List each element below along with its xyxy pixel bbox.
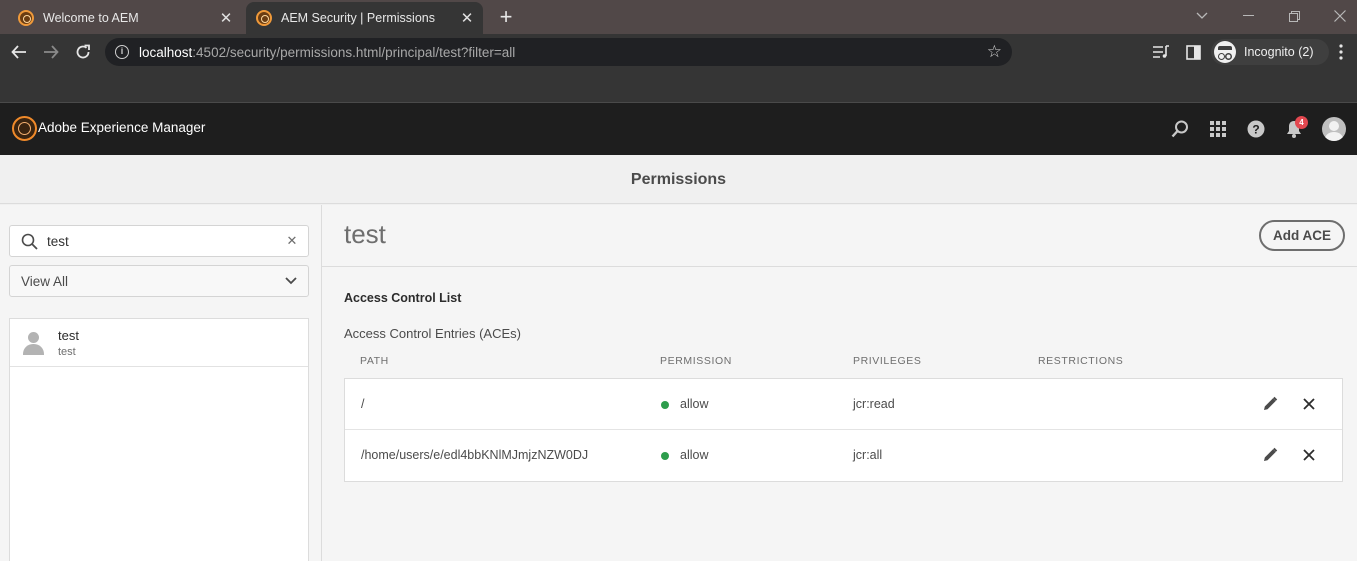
user-avatar[interactable] — [1322, 117, 1346, 141]
principal-id: test — [58, 345, 76, 358]
reload-icon[interactable] — [71, 40, 95, 64]
solutions-grid-icon[interactable] — [1207, 118, 1229, 140]
ace-permission: allow — [680, 448, 709, 462]
browser-tab-strip: Welcome to AEM ✕ AEM Security | Permissi… — [0, 0, 1357, 34]
allow-status-dot — [661, 401, 669, 409]
delete-close-icon[interactable] — [1298, 393, 1320, 415]
svg-text:?: ? — [1252, 123, 1259, 137]
principal-list: test test — [9, 318, 309, 561]
page-title: Permissions — [630, 171, 727, 188]
tab-close-icon[interactable]: ✕ — [216, 8, 236, 28]
delete-close-icon[interactable] — [1298, 444, 1320, 466]
clear-search-icon[interactable]: ✕ — [282, 233, 302, 249]
aem-favicon-icon — [256, 10, 272, 26]
user-icon — [22, 331, 46, 355]
column-header-restrictions: RESTRICTIONS — [1038, 355, 1124, 367]
minimize-window-icon[interactable] — [1228, 4, 1268, 28]
ace-path: / — [361, 397, 365, 411]
notification-count-badge: 4 — [1295, 116, 1308, 129]
reading-list-icon[interactable] — [1150, 41, 1172, 63]
restore-window-icon[interactable] — [1274, 4, 1314, 28]
tab-close-icon[interactable]: ✕ — [457, 8, 477, 28]
bookmark-star-icon[interactable]: ☆ — [987, 42, 1002, 62]
incognito-label: Incognito (2) — [1244, 45, 1314, 59]
close-window-icon[interactable] — [1320, 4, 1357, 28]
acl-heading: Access Control List — [344, 291, 462, 305]
principal-rail: ✕ View All test test — [0, 205, 322, 561]
ace-permission: allow — [680, 397, 709, 411]
aem-favicon-icon — [18, 10, 34, 26]
chevron-down-icon — [285, 277, 297, 285]
edit-pencil-icon[interactable] — [1259, 393, 1281, 415]
product-name[interactable]: Adobe Experience Manager — [38, 120, 205, 135]
tab-aem-security-permissions[interactable]: AEM Security | Permissions ✕ — [246, 2, 483, 34]
search-icon[interactable] — [1169, 118, 1191, 140]
add-ace-button[interactable]: Add ACE — [1259, 220, 1345, 251]
ace-privileges: jcr:all — [853, 448, 883, 462]
forward-arrow-icon[interactable] — [39, 40, 63, 64]
browser-menu-kebab-icon[interactable] — [1330, 41, 1352, 63]
side-panel-icon[interactable] — [1182, 41, 1204, 63]
ace-path: /home/users/e/edl4bbKNlMJmjzNZW0DJ — [361, 448, 589, 462]
incognito-icon — [1214, 41, 1236, 63]
permissions-main-panel: test Add ACE Access Control List Access … — [322, 205, 1357, 561]
principal-search-input[interactable] — [47, 233, 282, 249]
browser-toolbar: i localhost:4502/security/permissions.ht… — [0, 34, 1357, 70]
principal-name: test — [58, 327, 79, 343]
address-bar[interactable]: i localhost:4502/security/permissions.ht… — [105, 38, 1012, 66]
edit-pencil-icon[interactable] — [1259, 444, 1281, 466]
column-header-privileges: PRIVILEGES — [853, 355, 922, 367]
principal-list-item[interactable]: test test — [10, 319, 308, 367]
filter-selected-value: View All — [21, 273, 69, 289]
aem-logo-icon[interactable] — [12, 116, 37, 141]
new-tab-plus-icon[interactable]: + — [493, 5, 519, 31]
allow-status-dot — [661, 452, 669, 460]
principal-info: test test — [58, 328, 79, 358]
ace-heading: Access Control Entries (ACEs) — [344, 326, 521, 341]
principal-filter-select[interactable]: View All — [9, 265, 309, 297]
tab-search-chevron-icon[interactable] — [1182, 4, 1222, 28]
principal-search-field[interactable]: ✕ — [9, 225, 309, 257]
site-info-icon[interactable]: i — [115, 45, 129, 59]
page-title-bar: Permissions — [0, 155, 1357, 204]
table-row: /home/users/e/edl4bbKNlMJmjzNZW0DJ allow… — [345, 430, 1342, 481]
help-icon[interactable]: ? — [1245, 118, 1267, 140]
principal-header: test Add ACE — [322, 205, 1357, 267]
column-header-path: PATH — [360, 355, 389, 367]
ace-privileges: jcr:read — [853, 397, 895, 411]
aem-shell-header: Adobe Experience Manager ? 4 — [0, 103, 1357, 155]
column-header-permission: PERMISSION — [660, 355, 732, 367]
ace-table: / allow jcr:read /home/users/e/edl4bbKNl… — [344, 378, 1343, 482]
tab-title: AEM Security | Permissions — [281, 11, 435, 25]
search-icon — [21, 233, 38, 250]
bookmark-bar — [0, 70, 1357, 103]
incognito-profile-button[interactable]: Incognito (2) — [1211, 39, 1329, 65]
tab-title: Welcome to AEM — [43, 11, 139, 25]
back-arrow-icon[interactable] — [7, 40, 31, 64]
url-text: localhost:4502/security/permissions.html… — [139, 44, 516, 60]
tab-welcome-to-aem[interactable]: Welcome to AEM ✕ — [8, 2, 242, 34]
selected-principal-name: test — [344, 219, 386, 249]
table-row: / allow jcr:read — [345, 379, 1342, 430]
